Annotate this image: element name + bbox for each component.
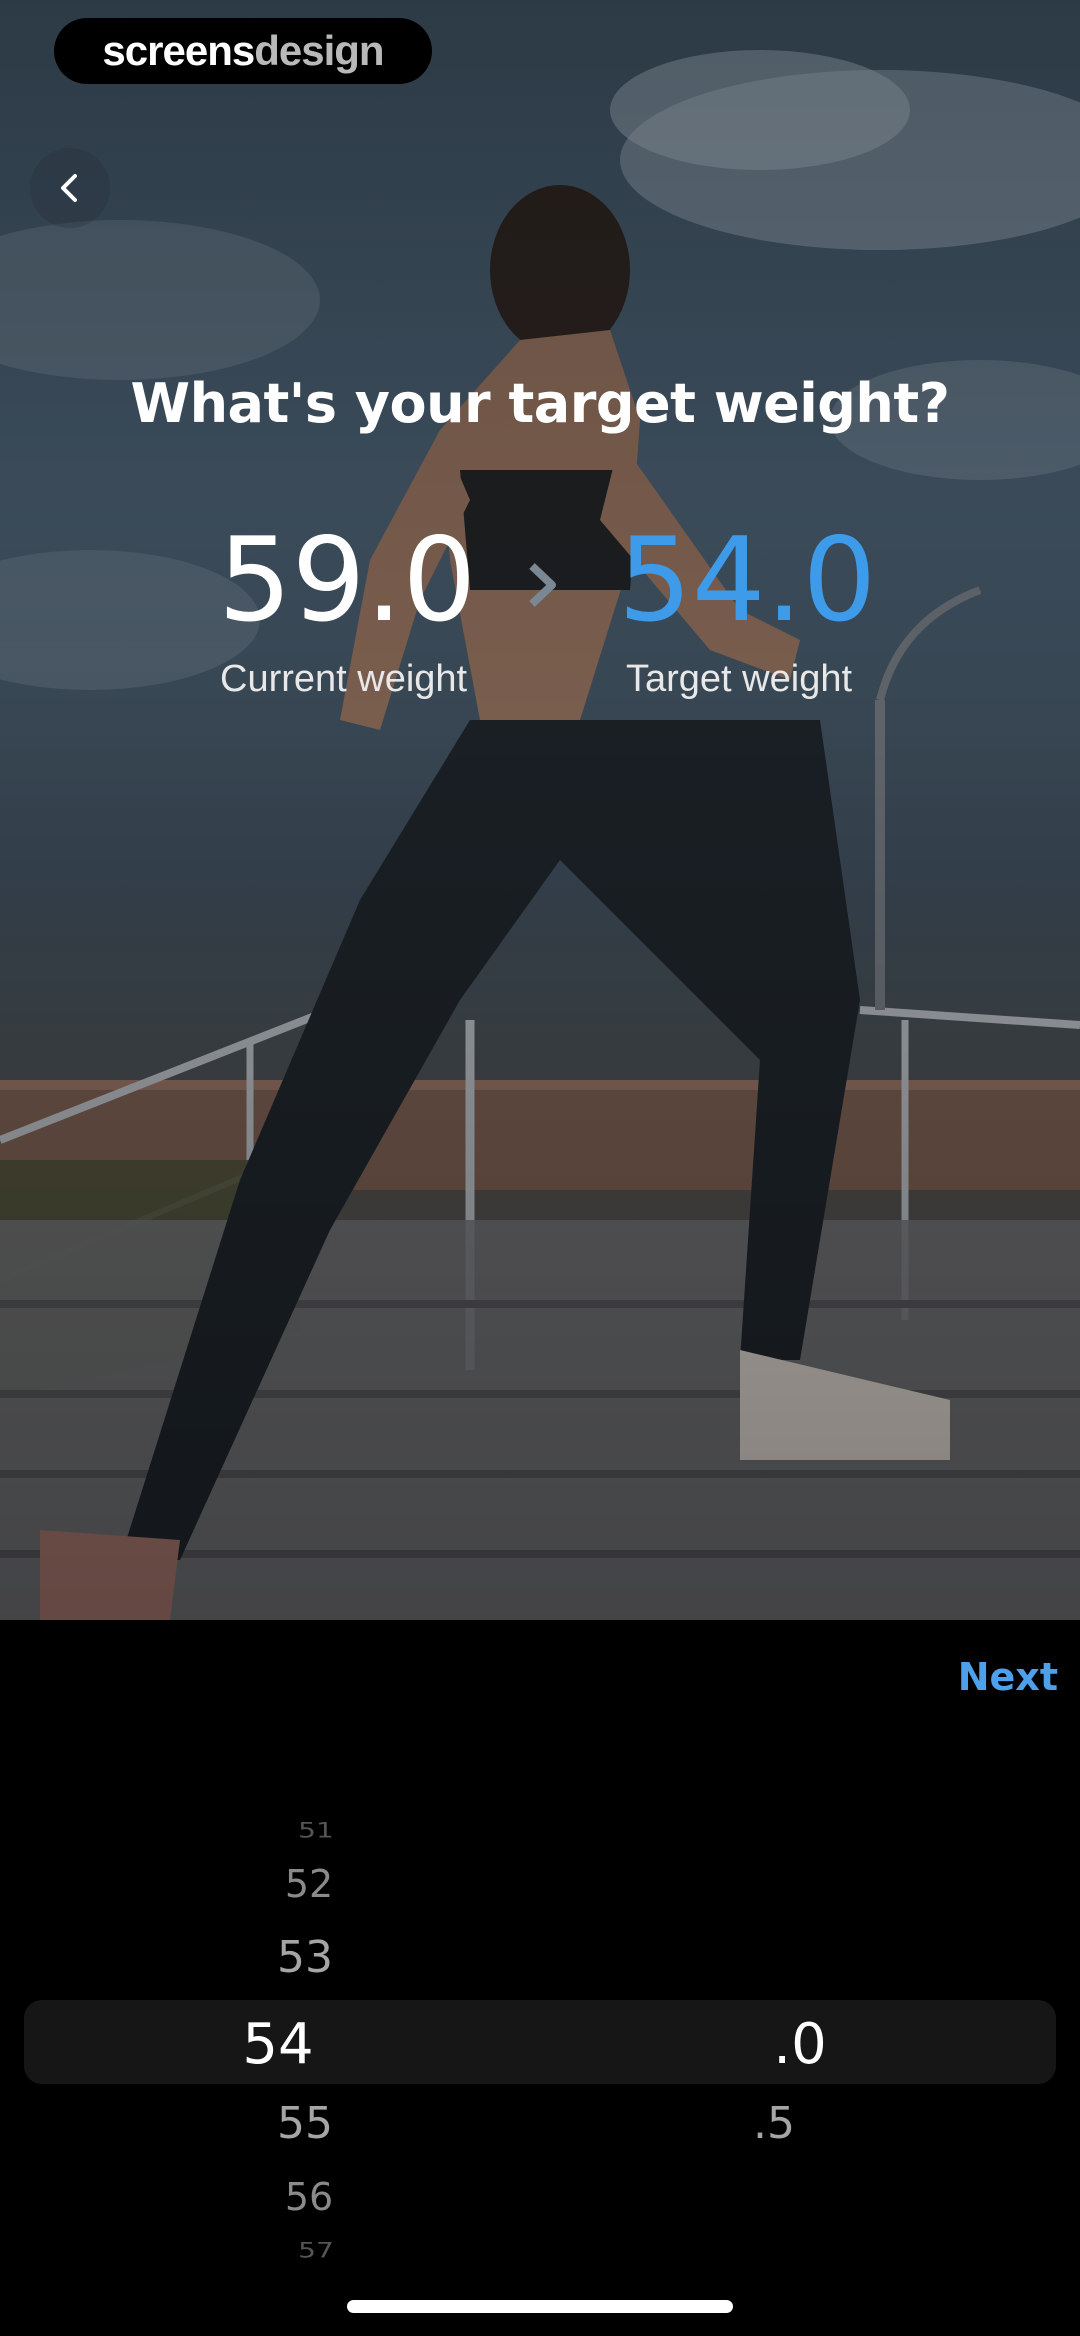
picker-item[interactable]: .5 bbox=[694, 2098, 854, 2149]
picker-item-selected[interactable]: 54 bbox=[198, 2012, 358, 2077]
picker-item[interactable]: 55 bbox=[225, 2098, 385, 2149]
brand-text-primary: screens bbox=[102, 27, 255, 74]
chevron-right-icon bbox=[529, 563, 556, 607]
home-indicator[interactable] bbox=[347, 2300, 733, 2313]
chevron-left-icon bbox=[61, 174, 77, 202]
next-button[interactable]: Next bbox=[958, 1655, 1058, 1699]
picker-item-selected[interactable]: .0 bbox=[720, 2012, 880, 2077]
target-weight-label: Target weight bbox=[626, 658, 853, 700]
picker-item[interactable]: 57 bbox=[236, 2238, 396, 2263]
brand-text-secondary: design bbox=[254, 27, 384, 74]
brand-badge: screens design bbox=[54, 18, 432, 84]
back-button[interactable] bbox=[30, 148, 110, 228]
picker-item[interactable]: 52 bbox=[229, 1862, 389, 1906]
page-title: What's your target weight? bbox=[130, 372, 950, 435]
picker-selection-band bbox=[24, 2000, 1056, 2084]
photo-shade bbox=[0, 0, 1080, 1620]
picker-item[interactable]: 51 bbox=[236, 1818, 396, 1843]
target-weight-value: 54.0 bbox=[618, 513, 877, 648]
current-weight-label: Current weight bbox=[220, 658, 468, 700]
hero-photo bbox=[0, 0, 1080, 1620]
current-weight-value: 59.0 bbox=[218, 513, 477, 648]
picker-item[interactable]: 53 bbox=[225, 1932, 385, 1983]
picker-item[interactable]: 56 bbox=[229, 2175, 389, 2219]
